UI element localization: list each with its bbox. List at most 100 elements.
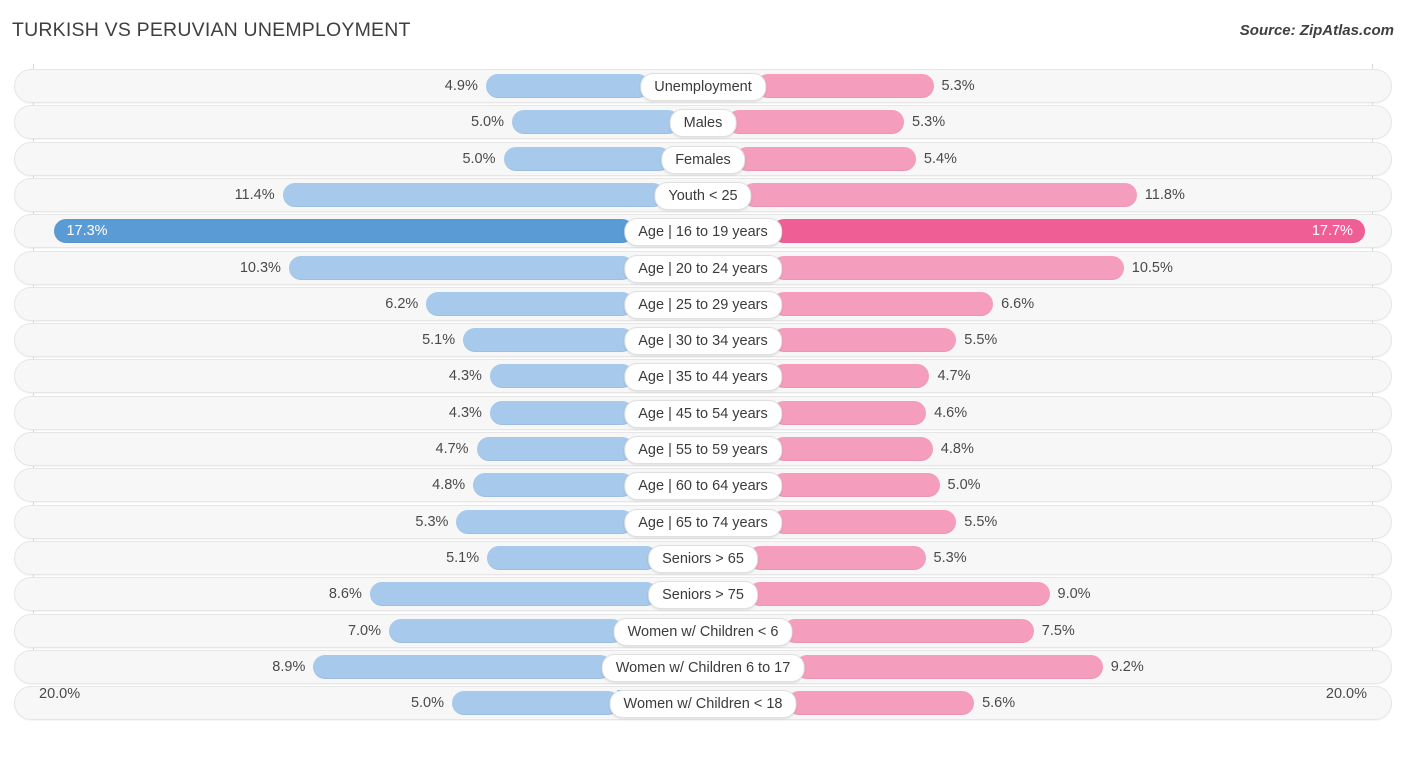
value-label-peruvian: 9.0% [1057,586,1091,603]
table-row[interactable]: Age | 20 to 24 years 10.3% 10.5% [14,250,1392,285]
table-row[interactable]: Youth < 25 11.4% 11.8% [14,177,1392,212]
bar-peruvian[interactable] [756,74,934,98]
table-row[interactable]: Age | 16 to 19 years 17.3% 17.7% [14,214,1392,249]
bar-turkish[interactable] [489,364,634,389]
row-category-label: Females [661,145,745,174]
value-label-turkish: 5.0% [470,114,504,131]
bar-turkish[interactable] [487,545,658,570]
bar-turkish[interactable] [389,618,624,643]
bar-peruvian[interactable] [772,219,1365,244]
bar-peruvian[interactable] [741,182,1137,207]
row-category-label: Age | 65 to 74 years [624,508,782,537]
value-label-peruvian: 5.3% [933,549,967,566]
table-row[interactable]: Age | 30 to 34 years 5.1% 5.5% [14,323,1392,358]
bar-turkish[interactable] [54,219,634,244]
bar-peruvian[interactable] [794,654,1103,679]
row-category-label: Seniors > 75 [648,581,758,610]
bar-peruvian[interactable] [772,473,940,498]
row-category-label: Age | 45 to 54 years [624,399,782,428]
table-row[interactable]: Age | 60 to 64 years 4.8% 5.0% [14,468,1392,503]
value-label-turkish: 5.1% [422,332,456,349]
row-category-label: Unemployment [640,73,766,101]
value-label-turkish: 6.2% [385,295,419,312]
row-category-label: Age | 35 to 44 years [624,363,782,392]
table-row[interactable]: Age | 65 to 74 years 5.3% 5.5% [14,504,1392,539]
value-label-peruvian: 4.7% [937,368,971,385]
bar-turkish[interactable] [512,110,680,135]
value-label-turkish: 7.0% [347,622,381,639]
row-category-label: Youth < 25 [654,181,752,210]
value-label-turkish: 5.0% [462,150,496,167]
bar-peruvian[interactable] [772,291,994,316]
bar-peruvian[interactable] [748,545,926,570]
table-row[interactable]: Age | 45 to 54 years 4.3% 4.6% [14,395,1392,430]
table-row[interactable]: Unemployment 4.9% 5.3% [14,69,1392,103]
table-row[interactable]: Seniors > 65 5.1% 5.3% [14,540,1392,575]
table-row[interactable]: Age | 35 to 44 years 4.3% 4.7% [14,359,1392,394]
value-label-peruvian: 7.5% [1041,622,1075,639]
chart-plot-area: Unemployment 4.9% 5.3% Males 5.0% 5.3% Females… [0,64,1406,721]
bar-turkish[interactable] [473,473,634,498]
bar-turkish[interactable] [485,74,650,98]
bar-peruvian[interactable] [782,618,1034,643]
table-row[interactable]: Males 5.0% 5.3% [14,105,1392,140]
table-row[interactable]: Age | 25 to 29 years 6.2% 6.6% [14,286,1392,321]
bar-turkish[interactable] [369,582,658,607]
value-label-turkish: 5.3% [415,513,449,530]
value-label-peruvian: 5.3% [941,78,975,94]
bar-peruvian[interactable] [772,509,957,534]
value-label-turkish: 4.9% [444,78,478,94]
bar-peruvian[interactable] [748,582,1050,607]
table-row[interactable]: Women w/ Children < 6 7.0% 7.5% [14,613,1392,648]
value-label-peruvian: 11.8% [1144,186,1185,203]
value-label-peruvian: 17.7% [1311,223,1353,240]
value-label-turkish: 4.7% [435,441,469,457]
value-label-peruvian: 5.0% [947,477,981,494]
value-label-turkish: 4.8% [432,477,466,494]
row-category-label: Age | 16 to 19 years [624,218,782,247]
value-label-peruvian: 4.6% [934,404,968,421]
bar-peruvian[interactable] [772,328,957,353]
value-label-turkish: 4.3% [448,368,482,385]
value-label-peruvian: 5.5% [964,513,998,530]
value-label-turkish: 4.3% [448,404,482,421]
bar-peruvian[interactable] [772,437,933,461]
bar-peruvian[interactable] [772,400,927,425]
value-label-peruvian: 10.5% [1131,259,1173,276]
row-category-label: Women w/ Children < 6 [613,617,793,646]
row-category-label: Age | 25 to 29 years [624,290,782,319]
bar-turkish[interactable] [503,146,671,171]
table-row[interactable]: Women w/ Children 6 to 17 8.9% 9.2% [14,649,1392,684]
page-title: TURKISH VS PERUVIAN UNEMPLOYMENT [12,19,411,41]
bar-peruvian[interactable] [772,364,930,389]
bar-peruvian[interactable] [735,146,916,171]
row-category-label: Women w/ Children < 18 [609,690,797,719]
bar-turkish[interactable] [463,328,634,353]
bar-turkish[interactable] [489,400,634,425]
value-label-peruvian: 5.3% [912,114,946,131]
value-label-turkish: 8.9% [272,658,306,675]
value-label-turkish: 5.1% [446,549,480,566]
bar-peruvian[interactable] [726,110,905,135]
bar-turkish[interactable] [456,509,634,534]
row-category-label: Age | 60 to 64 years [624,472,782,501]
bar-turkish[interactable] [282,182,665,207]
row-category-label: Age | 20 to 24 years [624,254,782,283]
bar-peruvian[interactable] [772,255,1124,280]
source-attribution: Source: ZipAtlas.com [1239,22,1394,39]
value-label-turkish: 17.3% [66,223,108,240]
bar-turkish[interactable] [313,654,612,679]
row-category-label: Age | 30 to 34 years [624,327,782,356]
bar-turkish[interactable] [426,291,634,316]
table-row[interactable]: Females 5.0% 5.4% [14,141,1392,176]
row-category-label: Age | 55 to 59 years [624,436,782,464]
bar-turkish[interactable] [288,255,634,280]
value-label-peruvian: 9.2% [1110,658,1144,675]
value-label-peruvian: 6.6% [1001,295,1035,312]
value-label-turkish: 8.6% [328,586,362,603]
value-label-peruvian: 4.8% [940,441,974,457]
bar-turkish[interactable] [476,437,634,461]
value-label-turkish: 11.4% [234,186,275,203]
table-row[interactable]: Seniors > 75 8.6% 9.0% [14,577,1392,612]
table-row[interactable]: Age | 55 to 59 years 4.7% 4.8% [14,432,1392,466]
